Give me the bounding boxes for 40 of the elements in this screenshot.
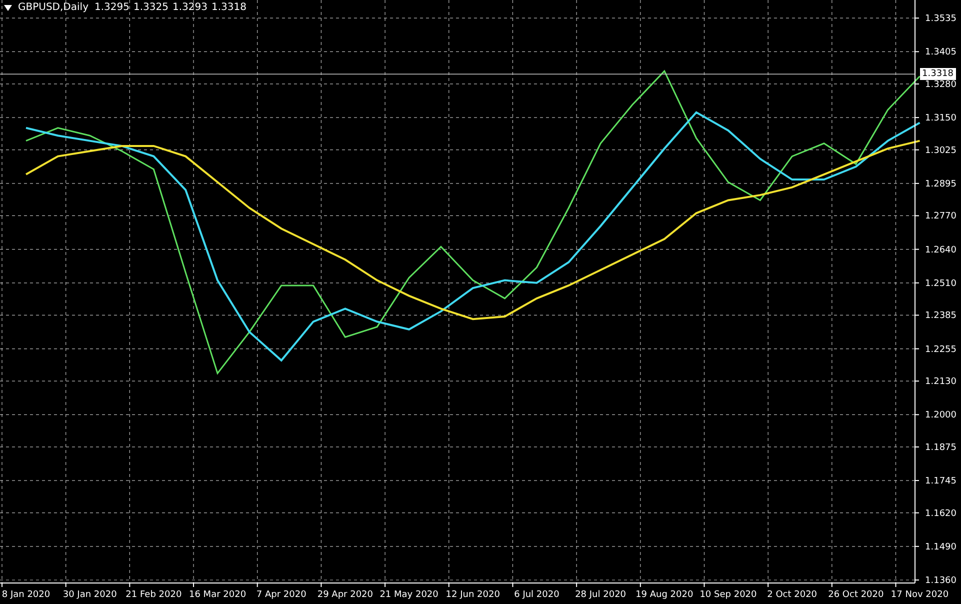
price-axis-label: 1.2000 bbox=[925, 410, 956, 421]
price-axis-label: 1.3405 bbox=[925, 48, 956, 58]
price-axis-label: 1.1745 bbox=[925, 476, 956, 487]
price-axis-label: 1.2510 bbox=[925, 278, 956, 289]
price-axis-label: 1.2255 bbox=[925, 344, 956, 355]
date-axis-label: 2 Oct 2020 bbox=[767, 590, 818, 600]
price-axis-label: 1.2895 bbox=[925, 179, 956, 190]
date-axis-label: 21 May 2020 bbox=[380, 590, 438, 600]
date-axis-label: 6 Jul 2020 bbox=[514, 590, 560, 600]
symbol-title: GBPUSD,Daily bbox=[18, 2, 88, 13]
date-axis-label: 21 Feb 2020 bbox=[126, 590, 182, 600]
date-axis-label: 30 Jan 2020 bbox=[62, 590, 117, 600]
price-axis-label: 1.2640 bbox=[925, 245, 956, 256]
price-axis-label: 1.3025 bbox=[925, 146, 956, 156]
price-axis-label: 1.1360 bbox=[925, 576, 956, 586]
dropdown-triangle-icon[interactable] bbox=[4, 4, 12, 10]
price-axis-label: 1.2385 bbox=[925, 311, 956, 322]
date-axis-label: 28 Jul 2020 bbox=[575, 590, 626, 600]
date-axis-label: 29 Apr 2020 bbox=[317, 590, 374, 600]
date-axis-label: 17 Nov 2020 bbox=[890, 590, 949, 600]
price-axis-label: 1.1490 bbox=[925, 542, 956, 552]
price-axis-label: 1.3535 bbox=[925, 14, 956, 24]
date-axis-label: 19 Aug 2020 bbox=[636, 590, 694, 600]
quote-value: 1.3293 bbox=[172, 2, 208, 13]
quote-value: 1.3325 bbox=[134, 2, 168, 13]
price-axis-label: 1.2770 bbox=[925, 212, 956, 222]
price-axis-label: 1.1620 bbox=[925, 508, 956, 519]
date-axis-label: 8 Jan 2020 bbox=[2, 590, 50, 600]
date-axis-label: 26 Oct 2020 bbox=[828, 590, 884, 600]
price-axis-label: 1.3150 bbox=[925, 114, 956, 124]
date-axis-label: 7 Apr 2020 bbox=[256, 590, 306, 600]
quote-value: 1.3318 bbox=[212, 2, 246, 13]
date-axis-label: 16 Mar 2020 bbox=[189, 590, 246, 600]
date-axis-label: 10 Sep 2020 bbox=[700, 590, 757, 600]
price-axis-label: 1.2130 bbox=[925, 377, 956, 388]
price-axis-label: 1.1875 bbox=[925, 442, 956, 453]
date-axis-label: 12 Jun 2020 bbox=[446, 590, 500, 600]
quote-value: 1.3295 bbox=[94, 2, 130, 13]
current-price-tag: 1.3318 bbox=[920, 68, 956, 80]
price-axis-label: 1.3280 bbox=[925, 80, 956, 90]
